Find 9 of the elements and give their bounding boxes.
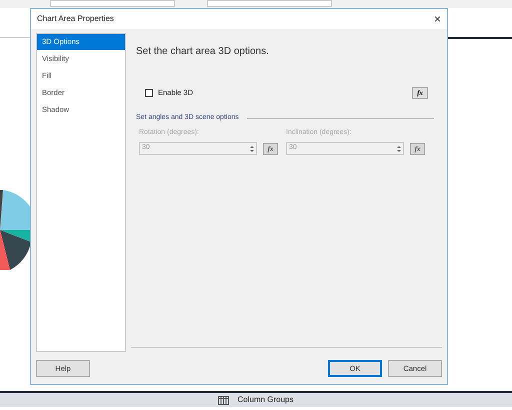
column-groups-label: Column Groups [237, 394, 294, 406]
toolbar-field[interactable] [207, 0, 332, 7]
toolbar-field[interactable] [50, 0, 175, 7]
spinner-arrows-icon[interactable] [397, 144, 401, 152]
window-title: Chart Area Properties [37, 13, 114, 25]
spinner-arrows-icon[interactable] [250, 144, 254, 152]
table-columns-icon [218, 396, 230, 404]
close-button[interactable]: × [434, 13, 441, 25]
page-heading: Set the chart area 3D options. [136, 45, 270, 59]
